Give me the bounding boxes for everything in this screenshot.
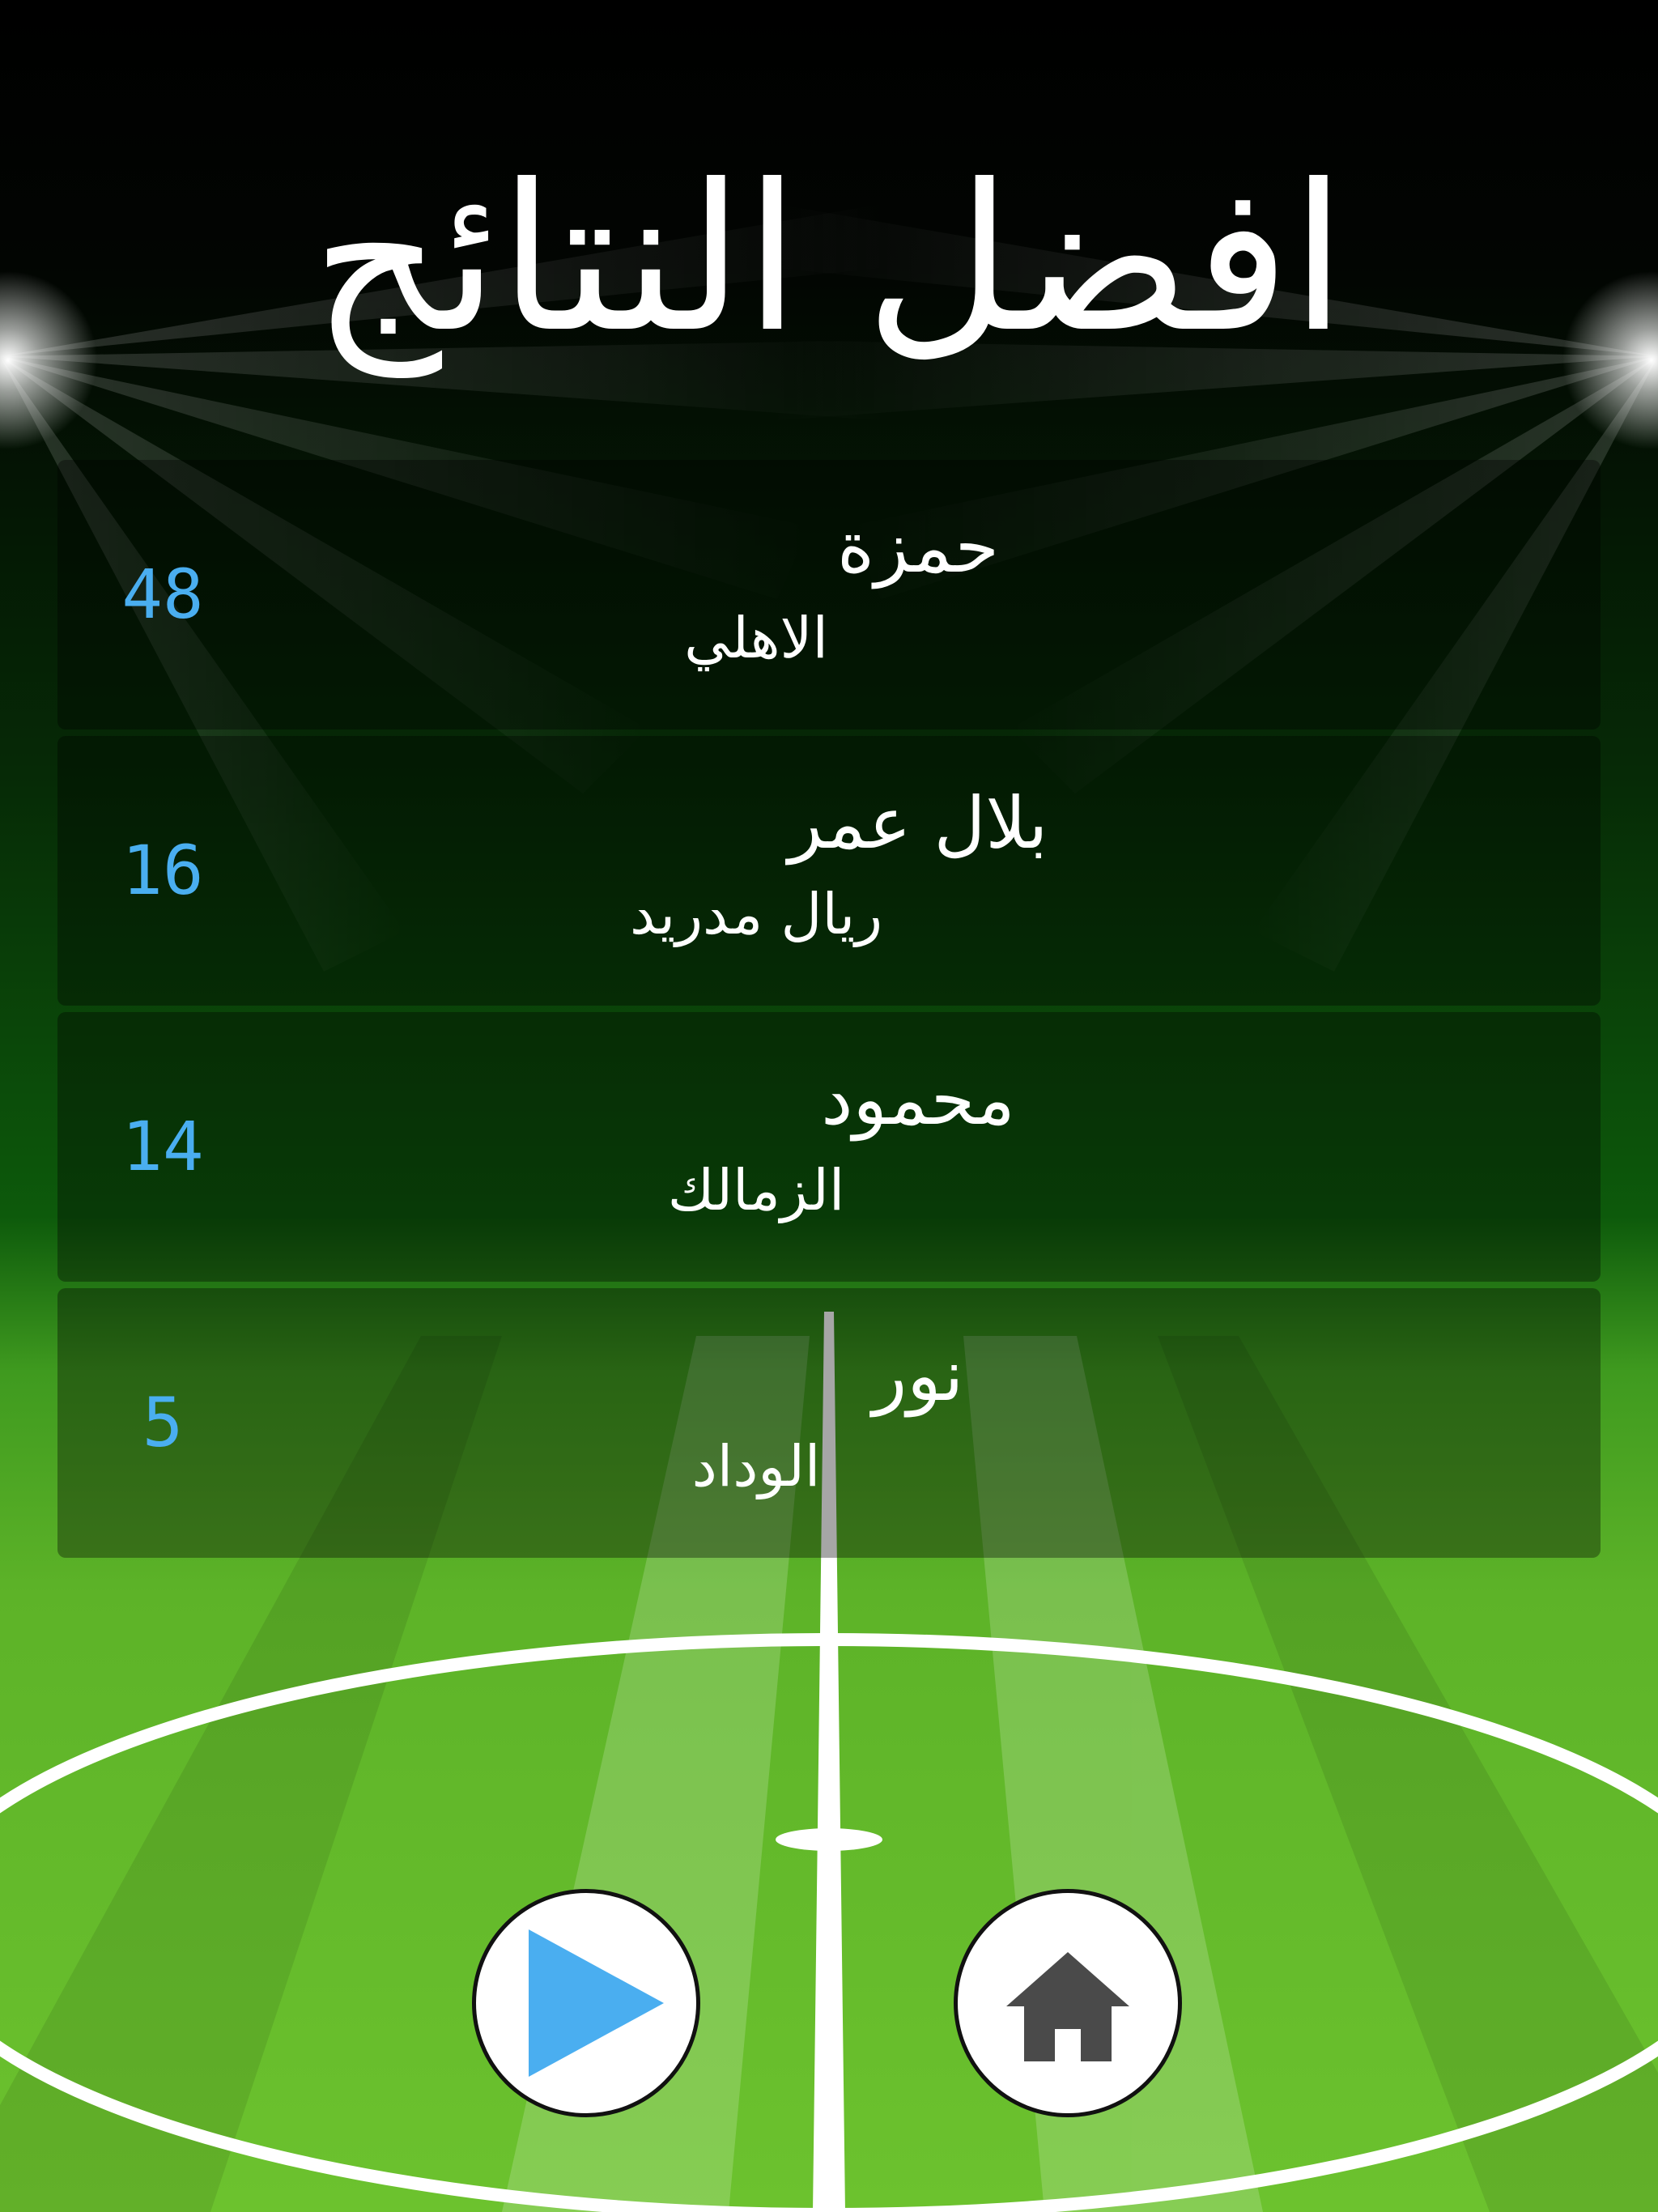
team-name: الوداد xyxy=(691,1433,821,1499)
leaderboard-row: 5 نور الوداد xyxy=(57,1288,1601,1558)
leaderboard-row: 16 بلال عمر ريال مدريد xyxy=(57,736,1601,1006)
pitch-center-spot xyxy=(776,1828,882,1851)
player-name: محمود xyxy=(821,1057,1015,1141)
team-name: الزمالك xyxy=(667,1157,845,1223)
page-title: افضل النتائج xyxy=(311,141,1347,376)
player-name: نور xyxy=(872,1334,964,1417)
player-name: بلال عمر xyxy=(788,781,1048,865)
game-screen: افضل النتائج 48 حمزة الاهلي 16 بلال عمر … xyxy=(0,0,1658,2212)
play-button[interactable] xyxy=(472,1889,700,2117)
leaderboard-row: 14 محمود الزمالك xyxy=(57,1012,1601,1282)
leaderboard: 48 حمزة الاهلي 16 بلال عمر ريال مدريد 14… xyxy=(57,460,1601,1564)
team-name: ريال مدريد xyxy=(630,881,882,947)
play-icon xyxy=(529,1929,664,2077)
team-name: الاهلي xyxy=(684,605,828,671)
player-name: حمزة xyxy=(837,505,999,589)
leaderboard-row: 48 حمزة الاهلي xyxy=(57,460,1601,730)
home-button[interactable] xyxy=(954,1889,1182,2117)
home-icon xyxy=(1006,1952,1129,2061)
